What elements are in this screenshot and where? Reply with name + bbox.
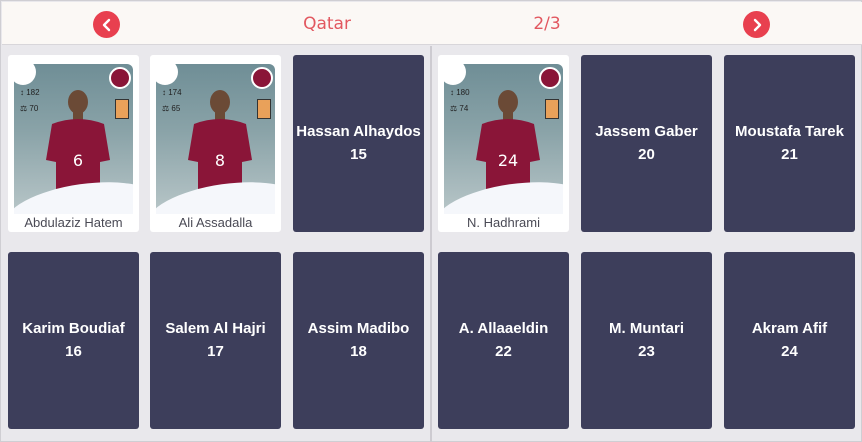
player-card[interactable]: Jassem Gaber 20 [581, 55, 712, 232]
player-number: 18 [350, 342, 367, 360]
player-number: 24 [781, 342, 798, 360]
position-pitch-icon [257, 99, 271, 119]
player-name: Karim Boudiaf [22, 319, 125, 337]
player-number: 15 [350, 145, 367, 163]
player-grid-window: Qatar 2/3 6 ↕ 182 ⚖ 70 Abdulaziz Hatem 8 ↕ 17… [0, 0, 862, 442]
player-name: Jassem Gaber [595, 122, 698, 140]
player-card[interactable]: Karim Boudiaf 16 [8, 252, 139, 429]
chevron-right-icon [753, 18, 761, 31]
player-number: 21 [781, 145, 798, 163]
height-stat: ↕ 174 [162, 88, 182, 97]
page-indicator: 2/3 [533, 14, 561, 34]
player-name: Abdulaziz Hatem [24, 215, 123, 230]
tournament-logo-icon [440, 59, 466, 85]
player-card[interactable]: Hassan Alhaydos 15 [293, 55, 424, 232]
player-card[interactable]: Akram Afif 24 [724, 252, 855, 429]
weight-stat: ⚖ 74 [450, 104, 469, 113]
player-card[interactable]: M. Muntari 23 [581, 252, 712, 429]
tournament-logo-icon [10, 59, 36, 85]
player-name: Ali Assadalla [178, 215, 253, 230]
shirt-number: 6 [73, 151, 83, 170]
player-number: 23 [638, 342, 655, 360]
qatar-flag-icon [251, 67, 273, 89]
weight-stat: ⚖ 70 [20, 104, 39, 113]
player-number: 16 [65, 342, 82, 360]
team-title: Qatar [303, 14, 351, 34]
player-card[interactable]: A. Allaaeldin 22 [438, 252, 569, 429]
shirt-number: 8 [215, 151, 225, 170]
header-bar: Qatar 2/3 [2, 2, 862, 45]
player-stats: ↕ 174 ⚖ 65 [162, 85, 182, 117]
weight-stat: ⚖ 65 [162, 104, 181, 113]
player-card[interactable]: Assim Madibo 18 [293, 252, 424, 429]
player-card[interactable]: 8 ↕ 174 ⚖ 65 Ali Assadalla [150, 55, 281, 232]
position-pitch-icon [545, 99, 559, 119]
player-number: 17 [207, 342, 224, 360]
player-stats: ↕ 182 ⚖ 70 [20, 85, 40, 117]
column-divider [430, 46, 432, 442]
player-name: Moustafa Tarek [735, 122, 844, 140]
qatar-flag-icon [109, 67, 131, 89]
player-name: Salem Al Hajri [165, 319, 266, 337]
height-stat: ↕ 180 [450, 88, 470, 97]
player-card[interactable]: Moustafa Tarek 21 [724, 55, 855, 232]
player-number: 20 [638, 145, 655, 163]
player-number: 22 [495, 342, 512, 360]
player-name: A. Allaaeldin [458, 319, 549, 337]
player-name: Hassan Alhaydos [296, 122, 421, 140]
player-name: M. Muntari [609, 319, 684, 337]
player-name: Assim Madibo [307, 319, 410, 337]
tournament-logo-icon [152, 59, 178, 85]
height-stat: ↕ 182 [20, 88, 40, 97]
shirt-number: 24 [498, 151, 518, 170]
prev-page-button[interactable] [93, 11, 120, 38]
position-pitch-icon [115, 99, 129, 119]
chevron-left-icon [102, 18, 110, 31]
player-name: N. Hadhrami [467, 215, 540, 230]
next-page-button[interactable] [743, 11, 770, 38]
player-card[interactable]: Salem Al Hajri 17 [150, 252, 281, 429]
player-card[interactable]: 6 ↕ 182 ⚖ 70 Abdulaziz Hatem [8, 55, 139, 232]
player-name: Akram Afif [751, 319, 828, 337]
qatar-flag-icon [539, 67, 561, 89]
player-card[interactable]: 24 ↕ 180 ⚖ 74 N. Hadhrami [438, 55, 569, 232]
player-stats: ↕ 180 ⚖ 74 [450, 85, 470, 117]
